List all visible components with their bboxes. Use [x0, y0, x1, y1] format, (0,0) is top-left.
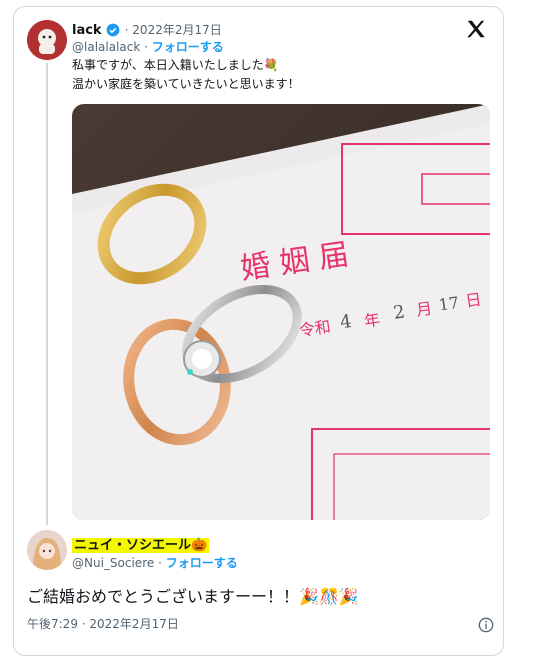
- tweet-photo[interactable]: 婚 姻 届 令和 4 年 2 月 17 日: [72, 104, 490, 520]
- x-logo-icon[interactable]: [465, 18, 487, 40]
- author-handle[interactable]: @lalalalack: [72, 40, 140, 54]
- tweet-text-line1: 私事ですが、本日入籍いたしました💐: [72, 58, 279, 72]
- author-avatar[interactable]: [27, 20, 67, 60]
- reply-follow-link[interactable]: フォローする: [166, 556, 238, 570]
- tweet-date[interactable]: 2022年2月17日: [132, 23, 221, 37]
- reply-author-handle[interactable]: @Nui_Sociere: [72, 556, 154, 570]
- thread-line: [46, 63, 48, 525]
- reply-text: ご結婚おめでとうございますーー！！🎉🎊🎉: [27, 587, 359, 606]
- info-icon[interactable]: [478, 617, 494, 637]
- reply-handle-row: @Nui_Sociere · フォローする: [72, 556, 238, 570]
- tweet-text-line2: 温かい家庭を築いていきたいと思います！: [72, 77, 300, 91]
- form-day-value: 17: [437, 293, 460, 315]
- reply-timestamp[interactable]: 午後7:29 · 2022年2月17日: [27, 616, 179, 633]
- author-header: lack · 2022年2月17日: [72, 21, 222, 41]
- form-day-unit: 日: [464, 290, 483, 311]
- reply-author-avatar[interactable]: [27, 530, 67, 570]
- form-month-unit: 月: [415, 299, 434, 320]
- author-name[interactable]: lack: [72, 23, 102, 38]
- handle-row: @lalalalack · フォローする: [72, 40, 224, 54]
- form-year-unit: 年: [363, 310, 382, 331]
- follow-link[interactable]: フォローする: [152, 40, 224, 54]
- reply-author-header: ニュイ・ソシエール🎃: [72, 534, 210, 553]
- reply-author-name[interactable]: ニュイ・ソシエール🎃: [72, 538, 210, 553]
